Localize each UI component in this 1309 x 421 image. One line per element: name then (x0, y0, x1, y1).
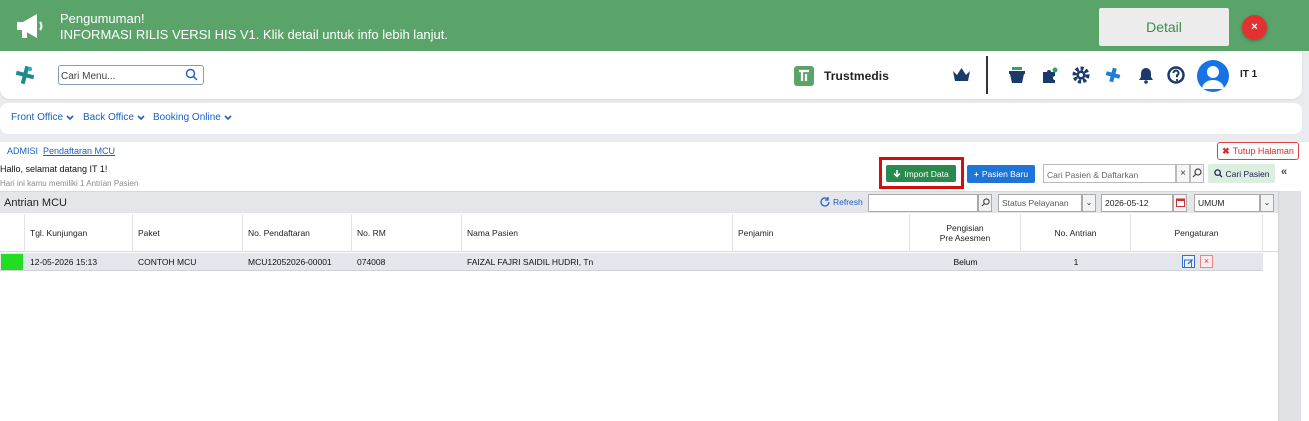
th-nama-pasien[interactable]: Nama Pasien (462, 214, 733, 252)
announcement-bar: Pengumuman! INFORMASI RILIS VERSI HIS V1… (0, 0, 1309, 51)
puzzle-icon[interactable] (1040, 65, 1060, 85)
penjamin-select[interactable]: UMUM (1194, 194, 1260, 212)
cell-paket: CONTOH MCU (138, 257, 197, 267)
chevron-down-icon[interactable]: ⌄ (1260, 194, 1274, 212)
import-data-label: Import Data (904, 168, 949, 179)
cell-tgl: 12-05-2026 15:13 (30, 257, 98, 267)
th-paket[interactable]: Paket (133, 214, 243, 252)
search-icon[interactable] (1190, 164, 1204, 183)
chevron-down-icon (224, 114, 232, 120)
panel-search-input[interactable] (868, 194, 978, 212)
cell-no-pendaftaran: MCU12052026-00001 (248, 257, 332, 267)
plus-icon: + (973, 169, 979, 179)
new-patient-button[interactable]: + Pasien Baru (967, 165, 1035, 183)
bell-icon[interactable] (1136, 65, 1156, 85)
crown-icon[interactable] (952, 67, 971, 83)
app-logo-icon[interactable] (14, 64, 36, 86)
calendar-icon[interactable] (1173, 194, 1187, 212)
cell-nama: FAIZAL FAJRI SAIDIL HUDRI, Tn (467, 257, 594, 267)
plus-icon[interactable] (1103, 65, 1123, 85)
chevron-down-icon (66, 114, 74, 120)
chevron-down-icon[interactable]: ⌄ (1082, 194, 1096, 212)
menu-label: Front Office (11, 112, 64, 123)
menu-front-office[interactable]: Front Office (11, 112, 74, 123)
search-icon[interactable] (978, 194, 992, 212)
th-status (0, 214, 25, 252)
search-patient-button[interactable]: Cari Pasien (1208, 164, 1275, 183)
refresh-label: Refresh (833, 197, 863, 207)
cell-penjamin (733, 253, 738, 271)
chevron-down-icon (137, 114, 145, 120)
th-no-pendaftaran[interactable]: No. Pendaftaran (243, 214, 352, 252)
page-content: ADMISI Pendaftaran MCU ✖ Tutup Halaman H… (0, 142, 1309, 421)
cell-pengisian: Belum (953, 257, 978, 267)
vertical-scrollbar[interactable] (1278, 191, 1301, 421)
th-tgl-kunjungan[interactable]: Tgl. Kunjungan (25, 214, 133, 252)
search-menu-input[interactable] (61, 67, 181, 86)
close-icon: ✖ (1222, 145, 1230, 156)
cell-no-rm: 074008 (357, 257, 386, 267)
brand: Trustmedis (794, 66, 889, 86)
avatar[interactable] (1197, 60, 1229, 92)
edit-icon[interactable] (1182, 255, 1195, 268)
toolbar-divider (986, 56, 988, 94)
collapse-panel-button[interactable]: « (1281, 166, 1287, 178)
search-icon[interactable] (185, 68, 198, 81)
refresh-button[interactable]: Refresh (820, 197, 863, 207)
table-header: Tgl. Kunjungan Paket No. Pendaftaran No.… (0, 214, 1278, 252)
panel-header: Antrian MCU Refresh Status Pelayanan ⌄ 2… (0, 191, 1278, 213)
close-announcement-button[interactable]: × (1242, 15, 1267, 40)
status-select[interactable]: Status Pelayanan (998, 194, 1082, 212)
user-icon (1202, 66, 1224, 89)
announcement-message: INFORMASI RILIS VERSI HIS V1. Klik detai… (60, 27, 448, 42)
menu-label: Back Office (83, 112, 134, 123)
announcement-title: Pengumuman! (60, 11, 145, 26)
cell-antrian: 1 (1073, 257, 1079, 267)
menu-label: Booking Online (153, 112, 221, 123)
greeting: Hallo, selamat datang IT 1! (0, 164, 108, 174)
new-patient-label: Pasien Baru (981, 169, 1029, 179)
queue-summary: Hari ini kamu memiliki 1 Antrian Pasien (0, 179, 139, 188)
trustmedis-logo-icon (794, 66, 814, 86)
delete-icon[interactable]: × (1200, 255, 1213, 268)
main-menu-bar: Front Office Back Office Booking Online (0, 103, 1302, 134)
top-navbar: Trustmedis IT 1 (0, 51, 1302, 99)
breadcrumb-admisi[interactable]: ADMISI (7, 146, 38, 156)
breadcrumb-pendaftaran-mcu[interactable]: Pendaftaran MCU (43, 146, 115, 156)
search-icon (1213, 169, 1223, 178)
th-no-rm[interactable]: No. RM (352, 214, 462, 252)
help-icon[interactable] (1166, 65, 1186, 85)
date-input[interactable]: 2026-05-12 (1101, 194, 1173, 212)
patient-search-field (1043, 164, 1176, 184)
th-pengisian-line2: Pre Asesmen (939, 233, 991, 243)
user-name[interactable]: IT 1 (1240, 69, 1257, 80)
menu-booking-online[interactable]: Booking Online (153, 112, 232, 123)
menu-back-office[interactable]: Back Office (83, 112, 145, 123)
import-data-button[interactable]: Import Data (886, 165, 956, 182)
close-page-label: Tutup Halaman (1232, 146, 1294, 156)
megaphone-icon (17, 14, 43, 38)
th-pengaturan: Pengaturan (1131, 214, 1263, 252)
th-no-antrian[interactable]: No. Antrian (1021, 214, 1131, 252)
table-row[interactable]: 12-05-2026 15:13 CONTOH MCU MCU12052026-… (0, 253, 1263, 271)
arrow-down-icon (893, 169, 901, 178)
detail-button[interactable]: Detail (1099, 8, 1229, 46)
th-penjamin[interactable]: Penjamin (733, 214, 910, 252)
th-pengisian-pre-asesmen[interactable]: Pengisian Pre Asesmen (910, 214, 1021, 252)
clear-search-button[interactable]: × (1176, 164, 1190, 183)
brand-name: Trustmedis (824, 69, 890, 83)
search-patient-label: Cari Pasien (1225, 168, 1270, 179)
th-pengisian-line1: Pengisian (946, 223, 984, 233)
patient-search-input[interactable] (1044, 166, 1172, 184)
close-page-button[interactable]: ✖ Tutup Halaman (1217, 142, 1299, 160)
basket-icon[interactable] (1007, 65, 1027, 85)
panel-title: Antrian MCU (4, 197, 67, 209)
gear-icon[interactable] (1071, 65, 1091, 85)
search-menu (58, 65, 204, 86)
status-indicator (1, 254, 23, 270)
refresh-icon (820, 197, 830, 207)
